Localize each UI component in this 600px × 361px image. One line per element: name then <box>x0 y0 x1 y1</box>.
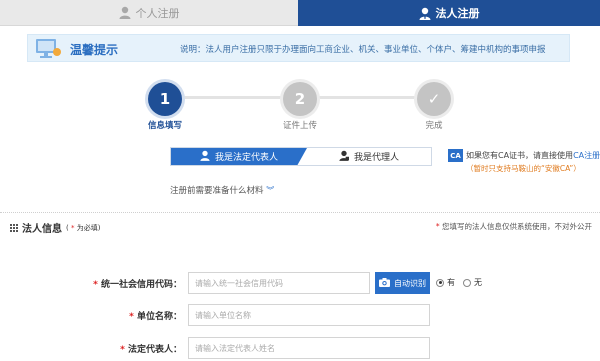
credit-code-row: * 统一社会信用代码： 自动识别 有 无 <box>0 272 600 294</box>
radio-no-label: 无 <box>474 278 482 287</box>
step-2-number: 2 <box>294 90 306 108</box>
user-icon <box>200 150 210 164</box>
privacy-note: * 您填写的法人信息仅供系统使用，不对外公开 <box>436 221 592 232</box>
registration-tabs: 个人注册 法人注册 <box>0 0 600 26</box>
user-icon <box>419 7 431 20</box>
grid-icon <box>10 223 18 232</box>
legal-representative-label-text: 法定代表人： <box>127 345 182 355</box>
has-code-radio-group: 有 无 <box>436 277 482 288</box>
legal-representative-button[interactable]: 我是法定代表人 <box>171 148 307 165</box>
radio-unchecked-icon <box>463 278 471 287</box>
preparation-materials-label: 注册前需要准备什么材料 <box>170 186 264 196</box>
preparation-materials-link[interactable]: 注册前需要准备什么材料 ︾ <box>170 184 274 196</box>
tab-legal-label: 法人注册 <box>435 7 480 20</box>
step-2-label: 证件上传 <box>282 121 318 131</box>
section-divider <box>0 212 600 213</box>
step-connector <box>182 96 284 99</box>
credit-code-label: * 统一社会信用代码： <box>93 280 182 290</box>
ca-text-line: 如果您有CA证书，请直接使用CA注册 <box>466 150 600 161</box>
role-toggle: 我是法定代表人 我是代理人 <box>170 147 432 166</box>
step-1-number: 1 <box>159 90 171 108</box>
notice-title: 温馨提示 <box>70 43 119 57</box>
ca-note: （暂时只支持马鞍山的“安徽CA”） <box>466 164 581 173</box>
legal-representative-label: 我是法定代表人 <box>214 153 278 163</box>
tab-personal-registration[interactable]: 个人注册 <box>0 0 298 26</box>
radio-checked-icon <box>436 278 444 287</box>
checkmark-icon: ✓ <box>427 90 441 108</box>
required-hint: ( * 为必填) <box>66 223 100 233</box>
unit-name-label: * 单位名称： <box>129 312 182 322</box>
legal-representative-input[interactable] <box>188 337 430 359</box>
step-1-label: 信息填写 <box>147 121 183 131</box>
double-chevron-down-icon: ︾ <box>266 186 275 195</box>
legal-representative-row: * 法定代表人： <box>0 337 600 359</box>
user-icon <box>119 6 131 19</box>
step-3-circle: ✓ <box>417 82 451 116</box>
privacy-note-text: 您填写的法人信息仅供系统使用，不对外公开 <box>439 222 592 231</box>
unit-name-row: * 单位名称： <box>0 304 600 326</box>
auto-recognize-label: 自动识别 <box>394 278 426 288</box>
step-3-label: 完成 <box>425 121 443 131</box>
tab-legal-registration[interactable]: 法人注册 <box>298 0 600 26</box>
ca-register-link[interactable]: CA注册 <box>573 151 600 160</box>
agent-button[interactable]: 我是代理人 <box>307 148 431 165</box>
ca-text: 如果您有CA证书，请直接使用 <box>466 151 574 160</box>
user-tie-icon <box>339 150 349 164</box>
step-connector <box>316 96 418 99</box>
credit-code-label-text: 统一社会信用代码： <box>100 280 182 290</box>
tab-personal-label: 个人注册 <box>135 6 180 20</box>
radio-no[interactable]: 无 <box>463 277 482 288</box>
required-hint-text: 为必填) <box>74 223 101 232</box>
step-2-circle: 2 <box>283 82 317 116</box>
credit-code-input[interactable] <box>188 272 370 294</box>
legal-info-section-header: 法人信息 ( * 为必填) <box>10 220 100 235</box>
section-title: 法人信息 <box>22 224 62 235</box>
legal-representative-label: * 法定代表人： <box>120 345 182 355</box>
progress-steps: 1 信息填写 2 证件上传 ✓ 完成 <box>0 78 600 131</box>
ca-info: CA 如果您有CA证书，请直接使用CA注册 （暂时只支持马鞍山的“安徽CA”） <box>448 148 600 174</box>
notice-bar: 温馨提示 说明：法人用户注册只限于办理面向工商企业、机关、事业单位、个体户、筹建… <box>27 34 570 62</box>
camera-icon <box>379 277 390 289</box>
unit-name-input[interactable] <box>188 304 430 326</box>
radio-yes-label: 有 <box>447 278 455 287</box>
monitor-icon <box>34 37 62 59</box>
auto-recognize-button[interactable]: 自动识别 <box>375 272 430 294</box>
notice-text: 说明：法人用户注册只限于办理面向工商企业、机关、事业单位、个体户、筹建中机构的事… <box>180 45 546 55</box>
agent-label: 我是代理人 <box>353 153 399 163</box>
step-1-circle: 1 <box>148 82 182 116</box>
ca-badge-icon: CA <box>448 149 463 162</box>
radio-yes[interactable]: 有 <box>436 277 455 288</box>
unit-name-label-text: 单位名称： <box>136 312 182 322</box>
